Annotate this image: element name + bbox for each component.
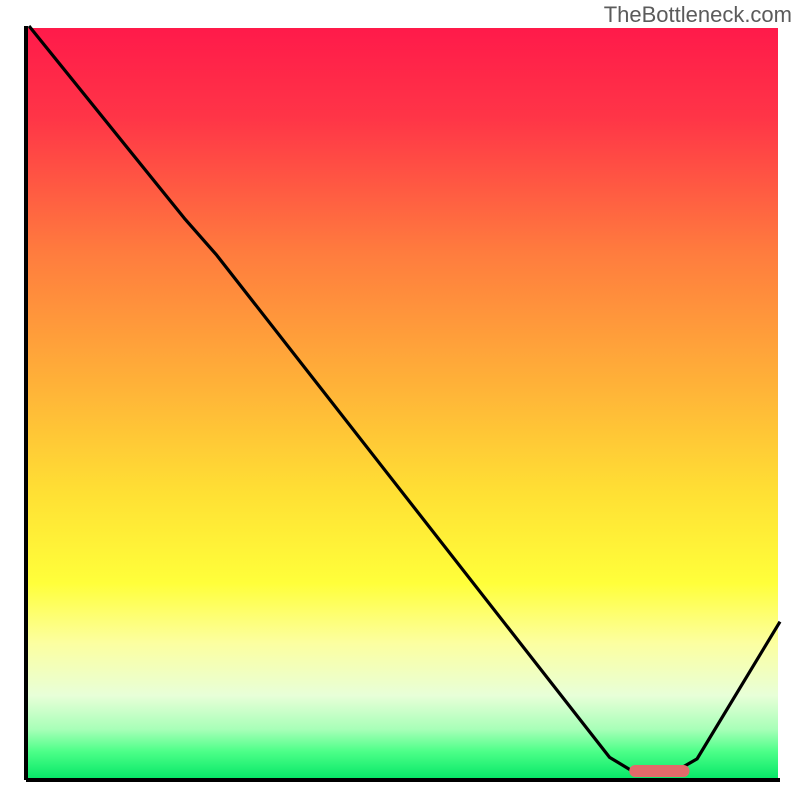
watermark-text: TheBottleneck.com xyxy=(604,2,792,28)
gradient-background xyxy=(28,28,778,778)
bottleneck-chart xyxy=(0,0,800,800)
chart-container: TheBottleneck.com xyxy=(0,0,800,800)
